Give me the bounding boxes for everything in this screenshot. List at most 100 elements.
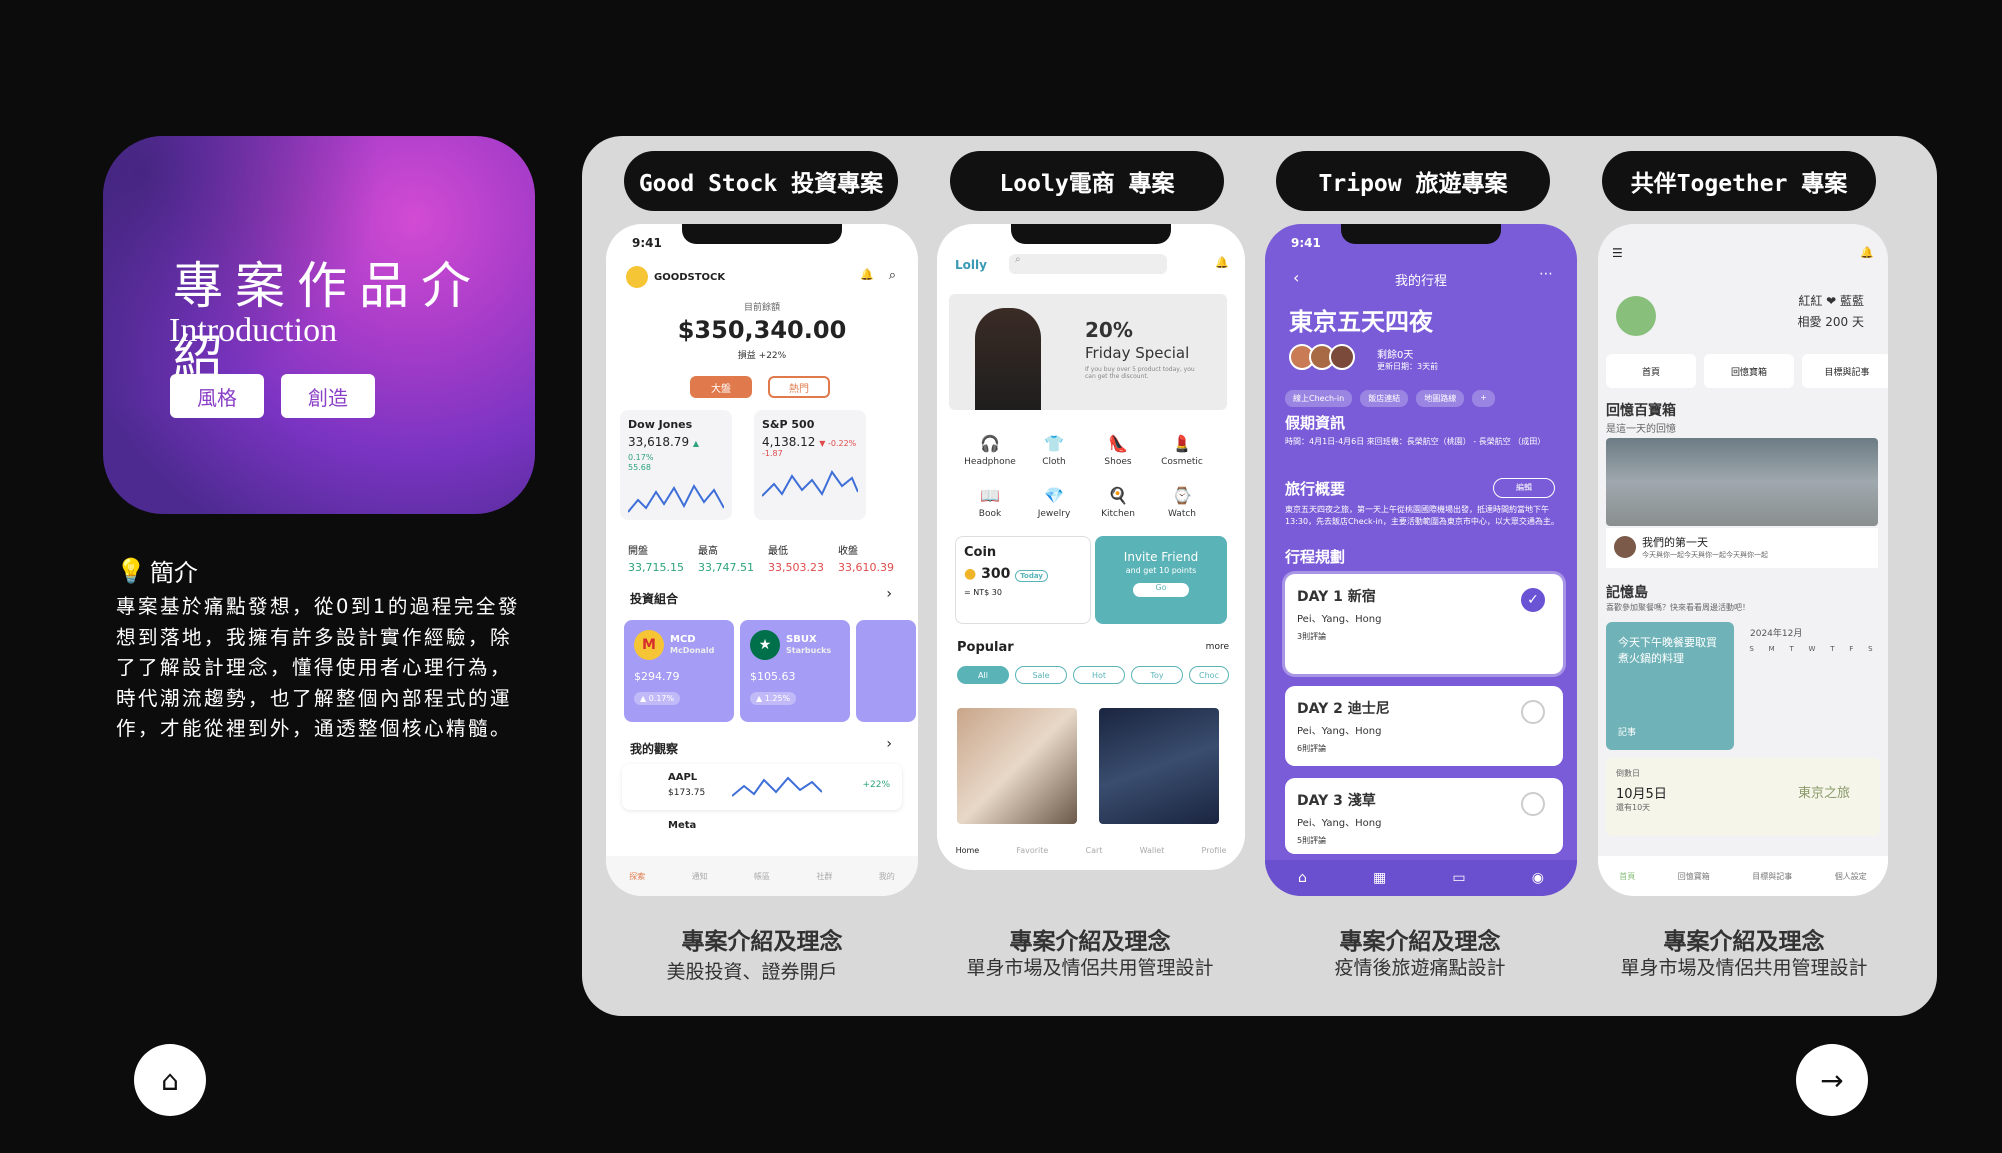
- countdown-event: 東京之旅: [1797, 786, 1850, 801]
- coin-card[interactable]: Coin ● 300 Today = NT$ 30: [955, 536, 1091, 624]
- search-input[interactable]: ⌕: [1009, 254, 1167, 274]
- stock-card-mcd[interactable]: M MCD McDonald $294.79 ▲ 0.17%: [624, 620, 734, 722]
- tab-cart[interactable]: Cart: [1085, 846, 1102, 855]
- model-image: [975, 308, 1041, 410]
- chip-toy[interactable]: Toy: [1131, 666, 1183, 684]
- segment-hot[interactable]: 熱門: [768, 376, 830, 398]
- day-card-2[interactable]: DAY 2 迪士尼 Pei、Yang、Hong 6則評論: [1285, 686, 1563, 766]
- tab-favorite[interactable]: Favorite: [1016, 846, 1048, 855]
- menu-icon[interactable]: ☰: [1612, 246, 1623, 260]
- countdown-card[interactable]: 倒數日 10月5日 還有10天 東京之旅: [1606, 758, 1880, 836]
- tab-home[interactable]: 首頁: [1619, 871, 1635, 882]
- project-pill-together[interactable]: 共伴Together 專案: [1602, 151, 1876, 211]
- bell-icon[interactable]: 🔔: [1215, 256, 1229, 269]
- tab-memory-island[interactable]: 回憶寶箱: [1704, 354, 1794, 388]
- tab-countdown[interactable]: 首頁: [1606, 354, 1696, 388]
- phone-together[interactable]: ☰ 🔔 紅紅 ❤ 藍藍 相愛 200 天 首頁 回憶寶箱 目標與記事 回憶百寶箱 …: [1598, 224, 1888, 896]
- tab-community[interactable]: 社群: [816, 871, 832, 882]
- home-button[interactable]: ⌂: [134, 1044, 206, 1116]
- category-cloth[interactable]: 👕 Cloth: [1023, 434, 1085, 467]
- unchecked-circle-icon[interactable]: [1521, 700, 1545, 724]
- tab-goals[interactable]: 目標與記事: [1752, 871, 1792, 882]
- tab-memory-box[interactable]: 回憶寶箱: [1678, 871, 1710, 882]
- category-headphone[interactable]: 🎧 Headphone: [959, 434, 1021, 467]
- tab-profile[interactable]: Profile: [1202, 846, 1227, 855]
- project-pill-goodstock[interactable]: Good Stock 投資專案: [624, 151, 898, 211]
- watch-item-aapl[interactable]: AAPL $173.75 +22%: [622, 764, 902, 810]
- chip-sale[interactable]: Sale: [1015, 666, 1067, 684]
- chevron-right-icon[interactable]: ›: [886, 736, 892, 752]
- chevron-right-icon[interactable]: ›: [886, 586, 892, 602]
- style-tag-button[interactable]: 風格: [170, 374, 264, 418]
- caption-title-tripow: 專案介紹及理念: [1339, 929, 1501, 955]
- index-card-dow[interactable]: Dow Jones 33,618.79 ▲ 0.17% 55.68: [620, 410, 732, 520]
- product-image-phone[interactable]: [957, 708, 1077, 824]
- promo-banner[interactable]: 20% Friday Special If you buy over 5 pro…: [949, 294, 1227, 410]
- category-shoes[interactable]: 👠 Shoes: [1087, 434, 1149, 467]
- check-icon[interactable]: ✓: [1521, 588, 1545, 612]
- category-label: Jewelry: [1037, 509, 1071, 519]
- home-icon[interactable]: ⌂: [1298, 870, 1307, 886]
- day-title: DAY 2 迪士尼: [1297, 701, 1390, 717]
- bell-icon[interactable]: 🔔: [1860, 246, 1874, 259]
- profile-icon[interactable]: ◉: [1532, 870, 1544, 886]
- projects-panel: Good Stock 投資專案 Looly電商 專案 Tripow 旅遊專案 共…: [582, 136, 1937, 1016]
- category-cosmetic[interactable]: 💄 Cosmetic: [1151, 434, 1213, 467]
- more-icon[interactable]: ⋯: [1539, 266, 1553, 282]
- phone-looly[interactable]: Lolly ⌕ 🔔 20% Friday Special If you buy …: [937, 224, 1245, 870]
- briefcase-icon[interactable]: ▭: [1452, 870, 1465, 886]
- phone-goodstock[interactable]: 9:41 GOODSTOCK ⌕ 🔔 目前餘額 $350,340.00 損益 +…: [606, 224, 918, 896]
- edit-button[interactable]: 編輯: [1493, 478, 1555, 498]
- stat-label: 最高: [698, 546, 718, 557]
- tab-settings[interactable]: 個人設定: [1835, 871, 1867, 882]
- caption-sub-tripow: 疫情後旅遊痛點設計: [1334, 957, 1506, 979]
- day-card-1[interactable]: DAY 1 新宿 Pei、Yang、Hong 3則評論 ✓: [1285, 574, 1563, 674]
- invite-go-button[interactable]: Go: [1133, 583, 1189, 597]
- tab-wallet[interactable]: Wallet: [1140, 846, 1165, 855]
- next-button[interactable]: →: [1796, 1044, 1868, 1116]
- search-icon[interactable]: ⌕: [889, 268, 896, 283]
- couple-info: 紅紅 ❤ 藍藍 相愛 200 天: [1797, 292, 1864, 330]
- day-people: Pei、Yang、Hong: [1297, 818, 1382, 829]
- tab-calendar[interactable]: 目標與記事: [1802, 354, 1888, 388]
- category-kitchen[interactable]: 🍳 Kitchen: [1087, 486, 1149, 519]
- chip-hotel[interactable]: 飯店連結: [1360, 390, 1409, 407]
- stat-low: 最低 33,503.23: [768, 542, 824, 574]
- memo-card[interactable]: 今天下午晚餐要取買煮火鍋的料理 記事: [1606, 622, 1734, 750]
- category-label: Book: [978, 509, 1002, 519]
- unchecked-circle-icon[interactable]: [1521, 792, 1545, 816]
- chip-checkin[interactable]: 線上Chech-in: [1285, 390, 1353, 407]
- stat-label: 收盤: [838, 546, 858, 557]
- project-pill-tripow[interactable]: Tripow 旅遊專案: [1276, 151, 1550, 211]
- memory-photo[interactable]: [1606, 438, 1878, 526]
- caption-sub-together: 單身市場及情侶共用管理設計: [1620, 957, 1868, 979]
- plus-icon[interactable]: +: [1472, 390, 1495, 407]
- tab-home[interactable]: Home: [956, 846, 980, 855]
- tab-me[interactable]: 我的: [879, 871, 895, 882]
- stock-card-partial[interactable]: [856, 620, 916, 722]
- create-tag-button[interactable]: 創造: [281, 374, 375, 418]
- popular-more-link[interactable]: more: [1206, 642, 1229, 652]
- calendar-widget[interactable]: 2024年12月 S M T W T F S: [1742, 622, 1880, 750]
- chip-choc[interactable]: Choc: [1189, 666, 1229, 684]
- category-watch[interactable]: ⌚ Watch: [1151, 486, 1213, 519]
- bell-icon[interactable]: 🔔: [860, 268, 874, 281]
- grid-icon[interactable]: ▦: [1373, 870, 1386, 886]
- tab-account[interactable]: 帳區: [754, 871, 770, 882]
- category-book[interactable]: 📖 Book: [959, 486, 1021, 519]
- chip-all[interactable]: All: [957, 666, 1009, 684]
- stock-card-sbux[interactable]: ★ SBUX Starbucks $105.63 ▲ 1.25%: [740, 620, 850, 722]
- tab-notify[interactable]: 通知: [692, 871, 708, 882]
- index-card-sp500[interactable]: S&P 500 4,138.12 ▼ -0.22% -1.87: [754, 410, 866, 520]
- project-pill-looly[interactable]: Looly電商 專案: [950, 151, 1224, 211]
- memory-caption-card[interactable]: 我們的第一天 今天與你一起今天與你一起今天與你一起: [1606, 528, 1878, 568]
- segment-market[interactable]: 大盤: [690, 376, 752, 398]
- tab-explore[interactable]: 探索: [629, 871, 645, 882]
- day-card-3[interactable]: DAY 3 淺草 Pei、Yang、Hong 5則評論: [1285, 778, 1563, 854]
- category-jewelry[interactable]: 💎 Jewelry: [1023, 486, 1085, 519]
- chip-map[interactable]: 地圖路線: [1416, 390, 1465, 407]
- chip-hot[interactable]: Hot: [1073, 666, 1125, 684]
- invite-card[interactable]: Invite Friend and get 10 points Go: [1095, 536, 1227, 624]
- product-image-airpods[interactable]: [1099, 708, 1219, 824]
- phone-tripow[interactable]: 9:41 ‹ 我的行程 ⋯ 東京五天四夜 剩餘0天 更新日期：3天前 線上Chec…: [1265, 224, 1577, 896]
